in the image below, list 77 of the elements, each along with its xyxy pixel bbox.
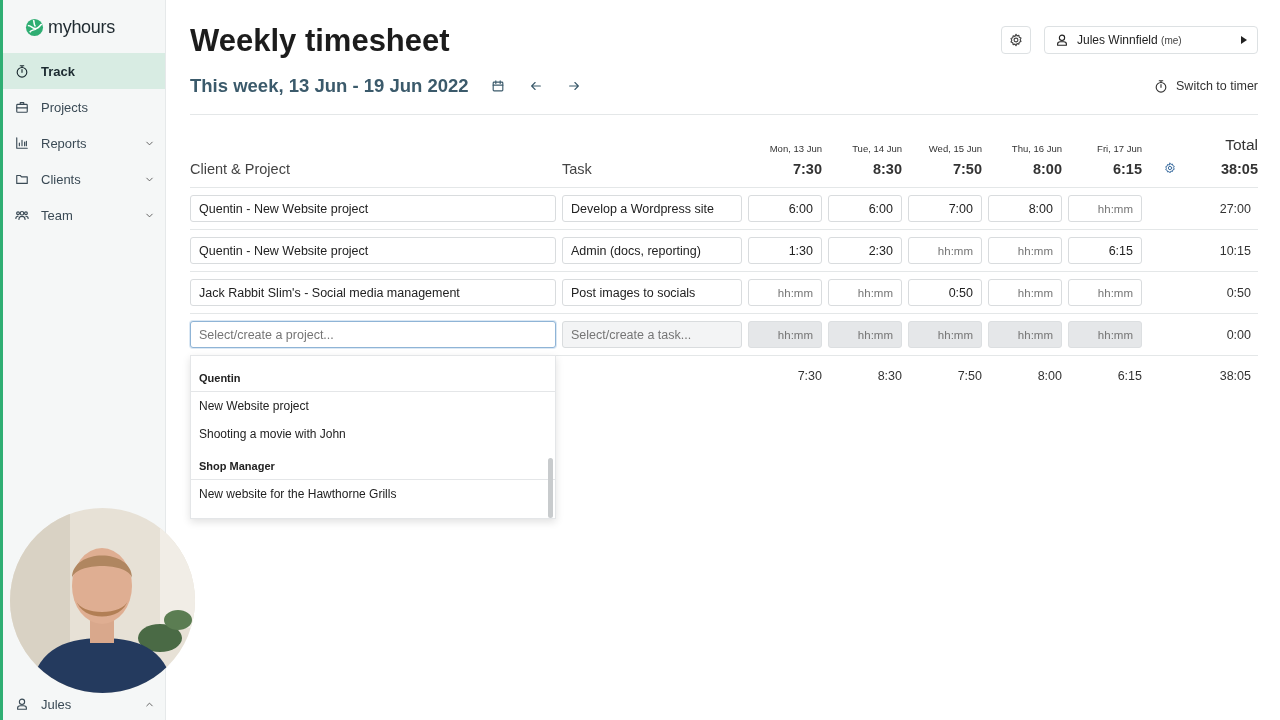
user-select[interactable]: Jules Winnfield (me) [1044, 26, 1258, 54]
dropdown-option[interactable]: New Website project [191, 392, 555, 420]
settings-icon [1164, 162, 1176, 174]
calendar-icon [490, 79, 505, 93]
column-header: Client & Project [190, 161, 291, 177]
day-date: Thu, 16 Jun [1011, 143, 1062, 154]
arrow-left-icon [528, 79, 543, 93]
stopwatch-icon [1154, 79, 1169, 93]
time-field[interactable]: 6:00 [748, 195, 822, 222]
row-total: 0:50 [1226, 285, 1252, 300]
people-icon [15, 208, 29, 222]
time-field[interactable]: 1:30 [748, 237, 822, 264]
settings-icon [1009, 33, 1023, 47]
time-field[interactable]: hh:mm [828, 279, 902, 306]
day-date: Fri, 17 Jun [1097, 143, 1142, 154]
row-total: 10:15 [1219, 243, 1252, 258]
stopwatch-icon [15, 64, 29, 78]
day-total: 8:00 [1037, 369, 1062, 383]
time-field[interactable]: 6:15 [1068, 237, 1142, 264]
task-field[interactable]: Admin (docs, reporting) [562, 237, 742, 264]
day-total: 8:30 [872, 161, 902, 177]
caret-icon [1241, 36, 1247, 44]
settings-button[interactable] [1001, 26, 1031, 54]
column-header: Task [562, 161, 593, 177]
project-field[interactable]: Quentin - New Website project [190, 195, 556, 222]
time-field[interactable]: hh:mm [908, 237, 982, 264]
folder-icon [15, 172, 29, 186]
week-total: 38:05 [1219, 369, 1252, 383]
task-field[interactable]: Develop a Wordpress site [562, 195, 742, 222]
scrollbar-thumb[interactable] [548, 458, 553, 518]
day-total: 6:15 [1117, 369, 1142, 383]
nav-item[interactable]: Team [3, 197, 165, 233]
user-menu-label[interactable]: Jules [41, 696, 72, 712]
day-total: 8:00 [1032, 161, 1062, 177]
logo-icon [25, 17, 44, 37]
dropdown-option[interactable]: New website for the Hawthorne Grills [191, 480, 555, 508]
time-field[interactable]: hh:mm [988, 279, 1062, 306]
logo-text: myhours [48, 16, 115, 38]
group-header: Quentin [191, 366, 555, 392]
total-label: Total [1225, 136, 1258, 154]
day-total: 7:30 [792, 161, 822, 177]
row-total: 0:00 [1226, 327, 1252, 342]
project-field[interactable]: Jack Rabbit Slim's - Social media management [190, 279, 556, 306]
week-range: This week, 13 Jun - 19 Jun 2022 [190, 75, 469, 97]
page-title: Weekly timesheet [190, 22, 451, 59]
day-total: 6:15 [1112, 161, 1142, 177]
briefcase-icon [15, 100, 29, 114]
time-field[interactable]: 7:00 [908, 195, 982, 222]
nav-item[interactable]: Track [3, 53, 165, 89]
day-total: 7:30 [797, 369, 822, 383]
time-field[interactable]: 0:50 [908, 279, 982, 306]
project-field[interactable]: Quentin - New Website project [190, 237, 556, 264]
arrow-right-icon [566, 79, 581, 93]
day-date: Tue, 14 Jun [852, 143, 902, 154]
time-field[interactable]: hh:mm [1068, 195, 1142, 222]
day-total: 7:50 [952, 161, 982, 177]
time-field[interactable]: hh:mm [748, 279, 822, 306]
nav-item[interactable]: Reports [3, 125, 165, 161]
nav-item[interactable]: Projects [3, 89, 165, 125]
time-field[interactable]: 8:00 [988, 195, 1062, 222]
time-field[interactable]: hh:mm [988, 237, 1062, 264]
time-field[interactable]: 6:00 [828, 195, 902, 222]
dropdown-option[interactable]: Shooting a movie with John [191, 420, 555, 448]
user-icon [15, 697, 29, 711]
day-date: Wed, 15 Jun [928, 143, 982, 154]
nav-item[interactable]: Clients [3, 161, 165, 197]
user-icon [1055, 33, 1069, 47]
time-field[interactable]: 2:30 [828, 237, 902, 264]
week-total: 38:05 [1220, 161, 1258, 177]
switch-to-timer-button[interactable]: Switch to timer [1154, 79, 1258, 93]
row-total: 27:00 [1219, 201, 1252, 216]
bar-chart-icon [15, 136, 29, 150]
day-date: Mon, 13 Jun [769, 143, 822, 154]
day-total: 8:30 [877, 369, 902, 383]
task-field[interactable]: Post images to socials [562, 279, 742, 306]
day-total: 7:50 [957, 369, 982, 383]
time-field[interactable]: hh:mm [1068, 279, 1142, 306]
